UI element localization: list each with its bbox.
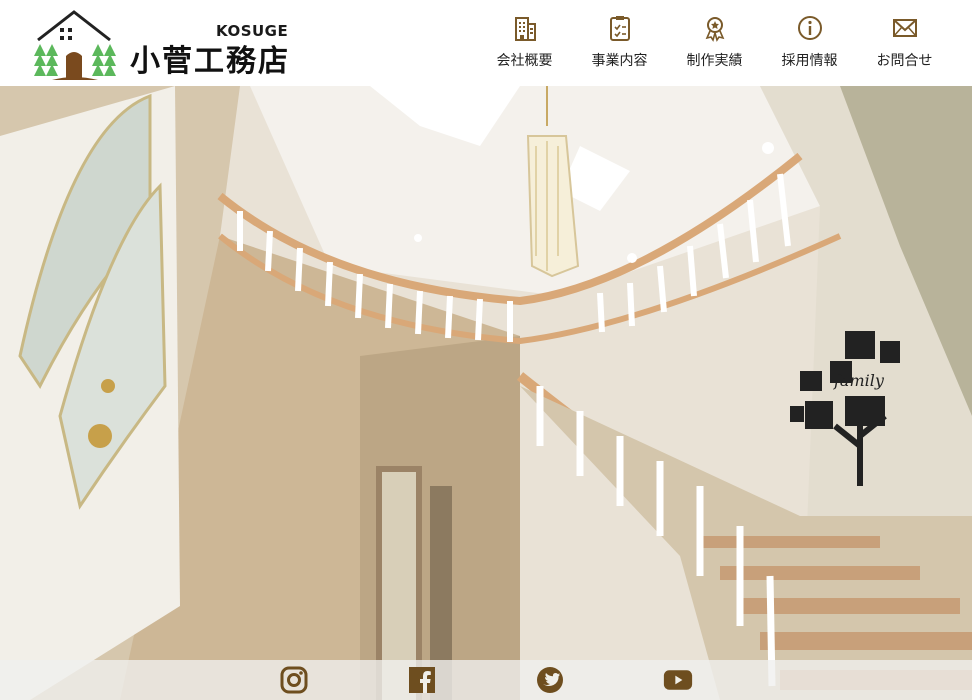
nav-item-company[interactable]: 会社概要 <box>477 14 572 74</box>
social-bar <box>0 660 972 700</box>
nav-item-contact[interactable]: お問合せ <box>857 14 952 74</box>
site-logo[interactable]: KOSUGE 小菅工務店 <box>30 10 310 82</box>
building-icon <box>514 17 536 41</box>
staircase-hall-illustration: family <box>0 86 972 700</box>
hero-image: family <box>0 86 972 700</box>
main-nav: 会社概要 事業内容 制作実績 採用情報 お問合せ <box>477 14 952 74</box>
site-header: KOSUGE 小菅工務店 会社概要 事業内容 制作実績 採用情報 お問合せ <box>0 0 972 86</box>
nav-item-works[interactable]: 制作実績 <box>667 14 762 74</box>
instagram-icon <box>280 666 308 694</box>
instagram-link[interactable] <box>279 665 309 695</box>
facebook-link[interactable] <box>407 665 437 695</box>
nav-item-recruit[interactable]: 採用情報 <box>762 14 857 74</box>
info-icon <box>797 16 822 40</box>
nav-label: 会社概要 <box>496 53 553 69</box>
nav-label: 制作実績 <box>686 53 743 69</box>
house-with-trees-logo-icon <box>34 10 116 80</box>
mail-icon <box>892 19 917 37</box>
nav-item-business[interactable]: 事業内容 <box>572 14 667 74</box>
nav-label: 採用情報 <box>781 53 838 69</box>
brand-name: 小菅工務店 <box>130 44 290 79</box>
award-icon <box>705 17 724 42</box>
nav-label: お問合せ <box>876 53 933 69</box>
nav-label: 事業内容 <box>591 53 648 69</box>
facebook-icon <box>409 667 435 693</box>
clipboard-icon <box>609 16 630 41</box>
twitter-icon <box>537 667 563 693</box>
svg-text:family: family <box>833 371 885 390</box>
youtube-link[interactable] <box>663 665 693 695</box>
twitter-link[interactable] <box>535 665 565 695</box>
youtube-icon <box>663 670 693 690</box>
